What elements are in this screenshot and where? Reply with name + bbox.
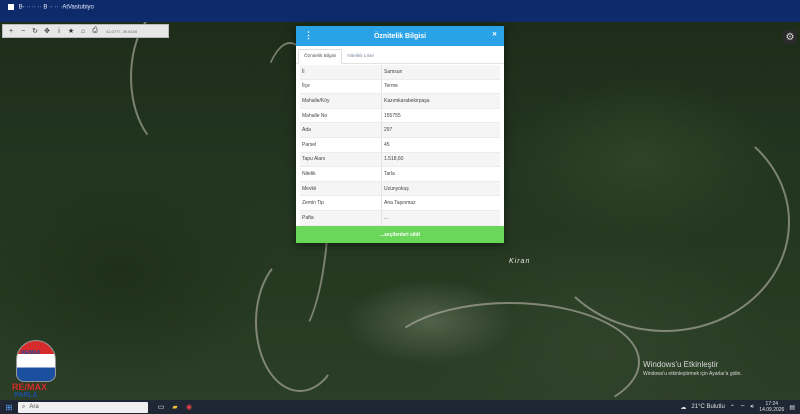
table-row: Nitelik Tarla	[300, 167, 500, 182]
row-key: Mahalle No	[300, 108, 382, 123]
row-key: Nitelik	[300, 167, 382, 181]
row-key: Pafta	[300, 210, 382, 225]
search-placeholder: Ara	[29, 404, 39, 410]
table-row: Zemin Tip Ana Taşınmaz	[300, 196, 500, 211]
task-view-icon[interactable]: ▭	[154, 400, 168, 414]
row-key: Parsel	[300, 137, 382, 152]
dialog-title: Öznitelik Bilgisi	[373, 32, 427, 40]
star-icon[interactable]: ★	[66, 26, 76, 36]
row-key: İlçe	[300, 79, 382, 94]
coordinate-readout: 41.0777, 39.6100	[106, 28, 138, 34]
table-row: İl Samsun	[300, 65, 500, 80]
table-row: Tapu Alanı 1.518,60	[300, 152, 500, 168]
row-value: 155755	[384, 112, 401, 119]
row-value: 45	[384, 141, 390, 148]
dialog-header: ⋮ Öznitelik Bilgisi ✕	[296, 26, 504, 46]
map-toolbar: + − ↻ ✥ i ★ ⌂ ⎙ 41.0777, 39.6100	[2, 24, 169, 38]
map-road	[380, 302, 640, 414]
table-row: Ada 297	[300, 123, 500, 138]
windows-activation-notice: Windows'u Etkinleştir Windows'u etkinleş…	[643, 360, 742, 377]
row-value: Samsun	[384, 68, 403, 75]
search-icon: ⌕	[22, 403, 26, 410]
remax-logo: RE/MAX RE/MAX PARLA	[12, 340, 58, 400]
volume-icon[interactable]: 🔉︎	[751, 404, 755, 411]
row-key: Mevkii	[300, 181, 382, 196]
activation-subtitle: Windows'u etkinleştirmek için Ayarlar'a …	[643, 371, 742, 377]
clock-date: 14.09.2026	[759, 407, 785, 413]
taskbar-search[interactable]: ⌕ Ara	[18, 401, 148, 413]
chrome-icon[interactable]: ◉	[182, 400, 196, 414]
zoom-in-button[interactable]: +	[6, 26, 16, 36]
remax-office: PARLA	[14, 392, 38, 399]
weather-text: 21°C Bulutlu	[691, 404, 725, 410]
table-row: Mevkii Uzunyokuş	[300, 181, 500, 197]
info-icon[interactable]: i	[54, 26, 64, 36]
row-key: Mahalle/Köy	[300, 94, 382, 108]
tab-attribute-info[interactable]: Öznitelik Bilgisi	[298, 49, 343, 64]
chevron-up-icon[interactable]: ⌃	[730, 404, 735, 411]
browser-title-bar: B- ·· ·· ·· B ·· ·· ·AtVastubiyo	[0, 0, 800, 22]
tab-qualified-list[interactable]: Nitelikli Liste	[342, 50, 379, 63]
window-title: B- ·· ·· ·· B ·· ·· ·AtVastubiyo	[18, 4, 94, 11]
table-row: Parsel 45	[300, 137, 500, 153]
zoom-out-button[interactable]: −	[18, 26, 28, 36]
row-key: Zemin Tip	[300, 196, 382, 210]
notifications-icon[interactable]: ▤	[789, 404, 795, 411]
remax-brand: RE/MAX	[12, 382, 48, 392]
row-value: Kazım­karabekirpaşa	[384, 97, 430, 104]
attribute-table: İl Samsun İlçe Terme Mahalle/Köy Kazım­kara…	[300, 65, 500, 226]
row-value: ...	[384, 214, 389, 221]
refresh-icon[interactable]: ↻	[30, 26, 40, 36]
network-icon[interactable]: ⌔	[740, 403, 746, 411]
system-tray: ☁ 21°C Bulutlu ⌃ ⌔ 🔉︎ 17:24 14.09.2026 ▤	[680, 401, 800, 413]
map-road	[540, 112, 790, 332]
close-icon[interactable]: ✕	[492, 31, 497, 38]
attribute-info-dialog: ⋮ Öznitelik Bilgisi ✕ Öznitelik Bilgisi …	[296, 26, 504, 243]
dialog-footer-button[interactable]: ...seçilenleri sildi	[296, 226, 504, 243]
file-explorer-icon[interactable]: ▰	[168, 400, 182, 414]
row-key: Ada	[300, 123, 382, 137]
row-value: Tarla	[384, 170, 395, 177]
balloon-text: RE/MAX	[21, 350, 41, 356]
table-row: Mahalle/Köy Kazım­karabekirpaşa	[300, 94, 500, 109]
balloon-icon: RE/MAX	[16, 340, 56, 382]
clock[interactable]: 17:24 14.09.2026	[759, 401, 784, 413]
row-value: Ana Taşınmaz	[384, 200, 416, 207]
row-value: 297	[384, 127, 393, 134]
windows-start-icon[interactable]: ⊞	[0, 400, 18, 414]
place-label: Kiran	[509, 258, 531, 265]
home-icon[interactable]: ⌂	[78, 26, 88, 36]
app-icon	[8, 4, 14, 10]
activation-title: Windows'u Etkinleştir	[643, 360, 719, 369]
table-row: Mahalle No 155755	[300, 108, 500, 124]
weather-icon: ☁	[680, 404, 687, 411]
map-road	[255, 252, 345, 392]
row-value: 1.518,60	[384, 156, 404, 163]
gear-icon[interactable]: ⚙	[783, 30, 797, 44]
table-row: İlçe Terme	[300, 79, 500, 95]
row-value: Terme	[384, 83, 398, 90]
table-row: Pafta...	[300, 210, 500, 226]
row-key: İl	[300, 65, 382, 79]
pan-icon[interactable]: ✥	[42, 26, 52, 36]
row-key: Tapu Alanı	[300, 152, 382, 167]
dialog-tabs: Öznitelik Bilgisi Nitelikli Liste	[296, 46, 504, 64]
menu-icon[interactable]: ⋮	[304, 30, 313, 40]
row-value: Uzunyokuş	[384, 185, 409, 192]
taskbar: ⊞ ⌕ Ara ▭ ▰ ◉ ☁ 21°C Bulutlu ⌃ ⌔ 🔉︎ 17:2…	[0, 400, 800, 414]
print-icon[interactable]: ⎙	[90, 26, 100, 36]
